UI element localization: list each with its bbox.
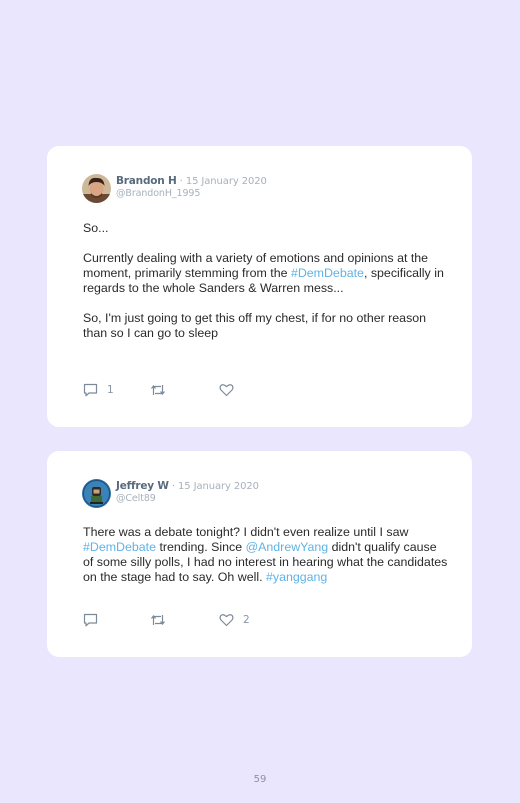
tweet-paragraph: Currently dealing with a variety of emot… [83,251,448,296]
avatar[interactable] [82,479,111,508]
retweet-icon [151,385,165,395]
retweet-icon [151,615,165,625]
tweet-card: Jeffrey W · 15 January 2020 @Celt89 Ther… [47,451,472,657]
hashtag-link[interactable]: #DemDebate [291,266,364,280]
tweet-paragraph: There was a debate tonight? I didn't eve… [83,525,448,585]
mention-link[interactable]: @AndrewYang [246,540,329,554]
tweet-text-span: trending. Since [156,540,246,554]
like-count: 2 [243,614,250,626]
like-button[interactable] [219,382,234,398]
tweet-paragraph: So, I'm just going to get this off my ch… [83,311,427,340]
author-handle[interactable]: @BrandonH_1995 [116,188,200,199]
heart-icon [219,614,234,627]
author-name[interactable]: Jeffrey W · 15 January 2020 [116,480,259,492]
author-name-text[interactable]: Jeffrey W [116,480,169,492]
author-name[interactable]: Brandon H · 15 January 2020 [116,175,267,187]
reply-button[interactable] [83,612,98,628]
author-handle[interactable]: @Celt89 [116,493,156,504]
avatar[interactable] [82,174,111,203]
retweet-button[interactable] [150,612,166,628]
retweet-button[interactable] [150,382,166,398]
tweet-text: There was a debate tonight? I didn't eve… [83,525,448,585]
hashtag-link[interactable]: #DemDebate [83,540,156,554]
tweet-text-span: There was a debate tonight? I didn't eve… [83,525,409,539]
tweet-text: So... Currently dealing with a variety o… [83,221,448,341]
tweet-date: · 15 January 2020 [176,176,267,187]
reply-count: 1 [107,384,114,396]
heart-icon [219,384,234,397]
author-name-text[interactable]: Brandon H [116,175,177,187]
tweet-paragraph: So... [83,221,109,235]
like-button[interactable]: 2 [219,612,250,628]
reply-icon [83,613,98,627]
reply-button[interactable]: 1 [83,382,114,398]
page-number: 59 [253,774,267,785]
reply-icon [83,383,98,397]
tweet-card: Brandon H · 15 January 2020 @BrandonH_19… [47,146,472,427]
tweet-date: · 15 January 2020 [168,481,259,492]
hashtag-link[interactable]: #yanggang [266,570,327,584]
